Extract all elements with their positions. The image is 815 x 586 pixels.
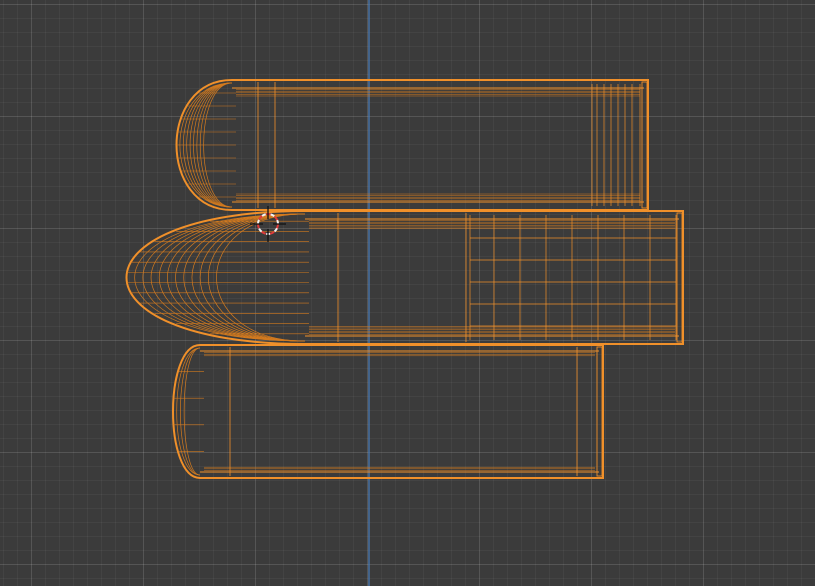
book-top-outline — [175, 79, 649, 211]
book-middle-end-cap — [676, 212, 683, 343]
book-middle-spine-rib — [175, 213, 306, 342]
book-middle-spine-rib — [159, 213, 306, 342]
book-bottom-end-cap — [596, 346, 603, 477]
book-top-end-cap — [641, 81, 648, 209]
book-bottom-spine-rib — [183, 347, 201, 476]
book-bottom-spine-rib — [180, 347, 201, 476]
book-middle-spine-rib — [207, 213, 306, 342]
book-bottom-outline — [172, 344, 604, 479]
book-middle-spine-rib — [216, 213, 306, 342]
wireframe-scene[interactable] — [0, 0, 815, 586]
book-middle-spine-rib — [167, 213, 306, 342]
book-middle-outline — [125, 210, 684, 345]
book-middle-mesh[interactable] — [125, 210, 684, 345]
book-middle-spine-rib — [183, 213, 306, 342]
3d-viewport[interactable] — [0, 0, 815, 586]
book-bottom-mesh[interactable] — [172, 344, 604, 479]
book-top-mesh[interactable] — [175, 79, 649, 211]
book-middle-spine-rib — [134, 213, 306, 342]
